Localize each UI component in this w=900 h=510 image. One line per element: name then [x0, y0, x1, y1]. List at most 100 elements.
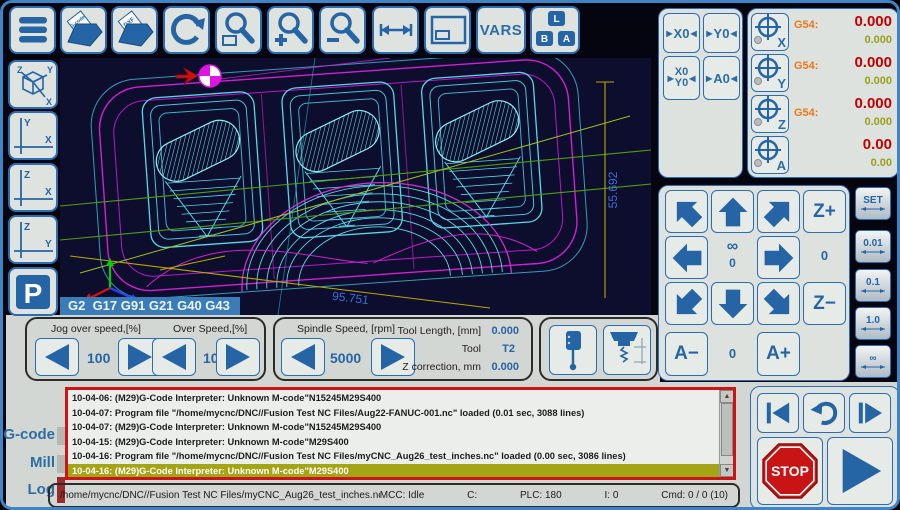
step-1-0-button[interactable]: 1.0: [855, 307, 891, 340]
playback-panel: STOP: [750, 386, 897, 507]
view-xy-button[interactable]: Y X: [8, 111, 58, 160]
stop-button[interactable]: STOP: [757, 437, 823, 505]
left-arrow-glyph: ▶: [706, 73, 713, 83]
a-minus-label: A−: [674, 343, 699, 364]
view-3d-button[interactable]: Z Y X: [8, 60, 58, 109]
step-0-1-button[interactable]: 0.1: [855, 269, 891, 302]
park-button[interactable]: P: [8, 267, 58, 316]
right-arrow-glyph: ◀: [689, 73, 696, 83]
tab-mill[interactable]: Mill: [3, 454, 55, 471]
axis-secondary-value: 0.000: [864, 116, 892, 128]
over-speed-increase-button[interactable]: [216, 338, 260, 376]
jog-up-button[interactable]: [711, 190, 754, 233]
spindle-speed-decrease-button[interactable]: [281, 338, 325, 376]
active-gcodes-status: G2 G17 G91 G21 G40 G43: [60, 297, 240, 315]
step-0-01-button[interactable]: 0.01: [855, 230, 891, 263]
spindle-speed-value: 5000: [330, 350, 362, 366]
step-label: 1.0: [866, 314, 880, 326]
svg-text:STOP: STOP: [771, 463, 809, 479]
right-arrow-glyph: ◀: [730, 73, 737, 83]
jog-down-left-button[interactable]: [665, 282, 708, 325]
jog-up-right-button[interactable]: [757, 190, 800, 233]
axis-value: 0.000: [854, 54, 892, 71]
jog-down-right-button[interactable]: [757, 282, 800, 325]
log-scrollbar[interactable]: ▲ ▼: [719, 390, 733, 477]
scroll-down-icon[interactable]: ▼: [720, 464, 733, 477]
left-triangle-icon: [45, 344, 69, 370]
zero-x-button[interactable]: ▶ X0 ◀: [663, 13, 700, 53]
park-icon: P: [16, 274, 50, 309]
log-output[interactable]: 10-04-06: (M29)G-Code Interpreter: Unkno…: [65, 387, 736, 480]
tab-gcode[interactable]: G-code: [3, 426, 55, 443]
view-xz-icon: Z X: [14, 170, 53, 206]
svg-text:P: P: [24, 278, 43, 309]
ruler-icon: [861, 364, 885, 369]
over-speed-decrease-button[interactable]: [152, 338, 196, 376]
view-yz-button[interactable]: Z Y: [8, 215, 58, 264]
left-arrow-glyph: ▶: [667, 73, 674, 83]
jog-down-button[interactable]: [711, 282, 754, 325]
jog-speed-decrease-button[interactable]: [35, 338, 79, 376]
back-line-button[interactable]: [803, 393, 845, 433]
rotate-view-button[interactable]: [163, 6, 210, 54]
zero-xy-button[interactable]: ▶ X0 Y0 ◀: [663, 56, 700, 100]
step-set-button[interactable]: SET: [855, 187, 891, 220]
hamburger-icon: [18, 17, 47, 43]
svg-text:X: X: [45, 187, 52, 198]
scroll-up-icon[interactable]: ▲: [720, 390, 733, 403]
stop-sign-icon: STOP: [762, 443, 818, 499]
step-forward-button[interactable]: [849, 393, 891, 433]
zero-axis-a-button[interactable]: A: [751, 136, 789, 174]
fit-to-window-button[interactable]: [424, 6, 471, 54]
zoom-out-button[interactable]: [319, 6, 366, 54]
fit-width-button[interactable]: [372, 6, 419, 54]
zoom-window-button[interactable]: [215, 6, 262, 54]
origin-axes-icon: [84, 258, 138, 302]
jog-left-button[interactable]: [665, 236, 708, 279]
zero-a-button[interactable]: ▶ A0 ◀: [703, 56, 740, 100]
step-continuous-button[interactable]: ∞: [855, 345, 891, 378]
loaded-file-path: /home/mycnc/DNC//Fusion Test NC Files/my…: [60, 490, 380, 501]
play-icon: [842, 448, 882, 494]
main-menu-button[interactable]: [9, 6, 56, 54]
jog-right-button[interactable]: [757, 236, 800, 279]
svg-text:X: X: [46, 97, 52, 106]
view-xz-button[interactable]: Z X: [8, 163, 58, 212]
zero-y-button[interactable]: ▶ Y0 ◀: [703, 13, 740, 53]
log-line-highlighted: 10-04-16: (M29)G-Code Interpreter: Unkno…: [68, 463, 723, 477]
svg-text:Z: Z: [24, 222, 30, 233]
tool-label: Tool: [461, 343, 481, 355]
zero-axis-x-button[interactable]: X: [751, 13, 789, 51]
tool-length-measure-button[interactable]: [603, 325, 651, 375]
open-dxf-button[interactable]: DXF: [111, 6, 158, 54]
touch-probe-button[interactable]: [549, 325, 597, 375]
play-button[interactable]: [827, 437, 893, 505]
jog-z-plus-button[interactable]: Z+: [803, 190, 846, 233]
jog-panel: Z+ ∞ 0 0 Z− A− 0 A+: [658, 185, 850, 381]
left-triangle-icon: [162, 344, 186, 370]
zoom-in-button[interactable]: [267, 6, 314, 54]
open-gcode-button[interactable]: G-code: [60, 6, 107, 54]
vars-button[interactable]: VARS: [476, 6, 526, 54]
rewind-to-start-button[interactable]: [757, 393, 799, 433]
zoom-out-icon: [326, 12, 360, 44]
z-minus-label: Z−: [813, 292, 836, 314]
zero-axis-y-button[interactable]: Y: [751, 54, 789, 92]
jog-a-plus-button[interactable]: A+: [757, 332, 800, 376]
tool-length-value: 0.000: [491, 325, 519, 337]
arrow-down-icon: [718, 289, 747, 318]
jog-up-left-button[interactable]: [665, 190, 708, 233]
step-label: 0.01: [863, 237, 883, 249]
zero-axis-z-button[interactable]: Z: [751, 95, 789, 133]
toolpath-canvas[interactable]: 55.692 95.751 G2 G17 G91 G21 G40 G43: [60, 58, 651, 315]
keyboard-button[interactable]: L B A: [530, 6, 580, 54]
plc-status: PLC: 180: [519, 490, 562, 501]
jog-a-zero: 0: [728, 346, 737, 361]
jog-z-minus-button[interactable]: Z−: [803, 282, 846, 325]
touch-probe-icon: [566, 331, 581, 371]
jog-a-minus-button[interactable]: A−: [665, 332, 708, 376]
arrow-down-left-icon: [676, 288, 702, 314]
scroll-thumb[interactable]: [721, 403, 733, 456]
rotate-icon: [170, 13, 205, 45]
dimension-horizontal-label: 95.751: [331, 289, 369, 307]
